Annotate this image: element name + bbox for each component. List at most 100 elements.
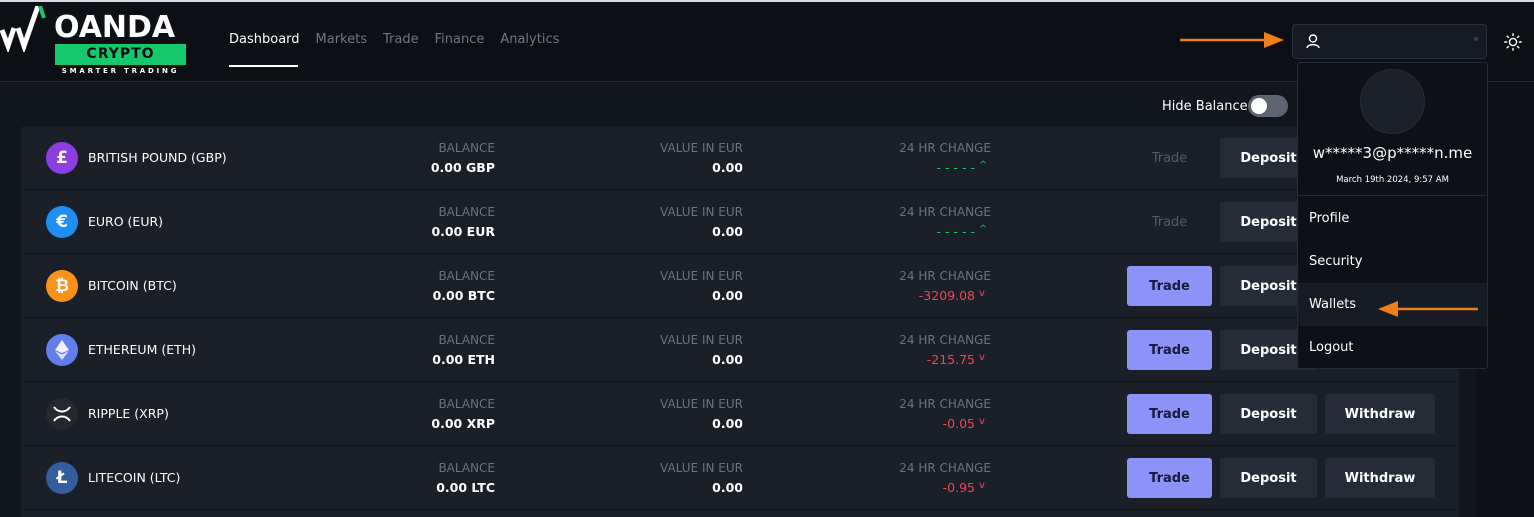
balance-label: BALANCE xyxy=(438,397,495,411)
wallet-row-gbp: £ BRITISH POUND (GBP) BALANCE 0.00 GBP V… xyxy=(21,126,1459,190)
coin-name: BRITISH POUND (GBP) xyxy=(88,150,227,165)
chevron-down-icon: v xyxy=(979,416,985,427)
value-label: VALUE IN EUR xyxy=(660,333,743,347)
logo-tagline: SMARTER TRADING xyxy=(61,67,180,75)
change-value: -3209.08 xyxy=(918,288,975,303)
chevron-down-icon: v xyxy=(979,288,985,299)
chevron-down-icon: v xyxy=(979,352,985,363)
menu-item-security[interactable]: Security xyxy=(1298,240,1487,283)
menu-item-wallets[interactable]: Wallets xyxy=(1298,283,1487,326)
withdraw-button[interactable]: Withdraw xyxy=(1325,458,1435,498)
trade-button[interactable]: Trade xyxy=(1127,138,1212,178)
value-amount: 0.00 xyxy=(712,480,743,495)
wallet-row-btc: ₿ BITCOIN (BTC) BALANCE 0.00 BTC VALUE I… xyxy=(21,254,1459,318)
hide-balance-label: Hide Balance xyxy=(1162,99,1248,114)
top-edge xyxy=(0,0,1534,2)
change-label: 24 HR CHANGE xyxy=(899,461,991,475)
value-amount: 0.00 xyxy=(712,224,743,239)
value-amount: 0.00 xyxy=(712,288,743,303)
change-label: 24 HR CHANGE xyxy=(899,205,991,219)
ripple-glyph-icon xyxy=(53,406,71,422)
ethereum-icon xyxy=(46,334,78,366)
value-label: VALUE IN EUR xyxy=(660,205,743,219)
coin-name: EURO (EUR) xyxy=(88,214,164,229)
change-value: - - - - - xyxy=(936,224,975,239)
wallet-row-eth: ETHEREUM (ETH) BALANCE 0.00 ETH VALUE IN… xyxy=(21,318,1459,382)
change-label: 24 HR CHANGE xyxy=(899,141,991,155)
wallet-row-xrp: RIPPLE (XRP) BALANCE 0.00 XRP VALUE IN E… xyxy=(21,382,1459,446)
logo-mark-icon xyxy=(0,6,46,52)
change-value: - - - - - xyxy=(936,160,975,175)
balance-value: 0.00 ETH xyxy=(432,352,495,367)
logo-wordmark: OANDA xyxy=(54,10,176,45)
wallets-table: £ BRITISH POUND (GBP) BALANCE 0.00 GBP V… xyxy=(21,126,1459,517)
value-label: VALUE IN EUR xyxy=(660,269,743,283)
balance-value: 0.00 BTC xyxy=(432,288,495,303)
chevron-down-icon: v xyxy=(979,480,985,491)
chevron-up-icon: ^ xyxy=(979,224,988,235)
withdraw-button[interactable]: Withdraw xyxy=(1325,394,1435,434)
user-dropdown-menu: w*****3@p*****n.me March 19th 2024, 9:57… xyxy=(1297,62,1488,369)
trade-button[interactable]: Trade xyxy=(1127,266,1212,306)
user-menu-button[interactable] xyxy=(1292,24,1487,59)
nav-analytics[interactable]: Analytics xyxy=(500,32,559,47)
ripple-icon xyxy=(46,398,78,430)
menu-divider xyxy=(1298,195,1487,196)
nav-trade[interactable]: Trade xyxy=(383,32,419,47)
sun-icon[interactable] xyxy=(1504,33,1522,51)
nav-dashboard[interactable]: Dashboard xyxy=(229,32,300,47)
change-label: 24 HR CHANGE xyxy=(899,397,991,411)
menu-item-wallets-label: Wallets xyxy=(1309,297,1357,312)
change-label: 24 HR CHANGE xyxy=(899,269,991,283)
balance-value: 0.00 EUR xyxy=(431,224,495,239)
value-label: VALUE IN EUR xyxy=(660,141,743,155)
wallet-row-ltc: Ł LITECOIN (LTC) BALANCE 0.00 LTC VALUE … xyxy=(21,446,1459,510)
ethereum-glyph-icon xyxy=(55,340,69,360)
coin-name: ETHEREUM (ETH) xyxy=(88,342,197,357)
hide-balance-toggle[interactable] xyxy=(1248,95,1288,117)
value-label: VALUE IN EUR xyxy=(660,461,743,475)
trade-button[interactable]: Trade xyxy=(1127,202,1212,242)
change-label: 24 HR CHANGE xyxy=(899,333,991,347)
menu-item-profile[interactable]: Profile xyxy=(1298,197,1487,240)
toggle-knob xyxy=(1251,98,1267,114)
deposit-button[interactable]: Deposit xyxy=(1220,458,1317,498)
oanda-logo[interactable]: OANDA CRYPTO SMARTER TRADING xyxy=(0,4,190,78)
change-value: -0.95 xyxy=(942,480,975,495)
logo-crypto-badge: CRYPTO xyxy=(55,44,186,65)
chevron-down-icon xyxy=(1474,37,1478,41)
euro-icon: € xyxy=(46,206,78,238)
deposit-button[interactable]: Deposit xyxy=(1220,394,1317,434)
value-amount: 0.00 xyxy=(712,416,743,431)
balance-label: BALANCE xyxy=(438,461,495,475)
trade-button[interactable]: Trade xyxy=(1127,394,1212,434)
coin-name: RIPPLE (XRP) xyxy=(88,406,169,421)
pound-icon: £ xyxy=(46,142,78,174)
balance-label: BALANCE xyxy=(438,269,495,283)
nav-active-underline xyxy=(229,65,298,67)
avatar xyxy=(1360,69,1425,134)
annotation-arrow-icon xyxy=(1180,32,1284,48)
balance-label: BALANCE xyxy=(438,333,495,347)
trade-button[interactable]: Trade xyxy=(1127,330,1212,370)
chevron-up-icon: ^ xyxy=(979,160,988,171)
trade-button[interactable]: Trade xyxy=(1127,458,1212,498)
balance-value: 0.00 GBP xyxy=(430,160,495,175)
value-amount: 0.00 xyxy=(712,160,743,175)
user-icon xyxy=(1306,34,1320,49)
change-value: -0.05 xyxy=(942,416,975,431)
value-amount: 0.00 xyxy=(712,352,743,367)
balance-value: 0.00 LTC xyxy=(436,480,495,495)
nav-finance[interactable]: Finance xyxy=(435,32,485,47)
main-nav: Dashboard Markets Trade Finance Analytic… xyxy=(229,32,559,47)
menu-item-logout[interactable]: Logout xyxy=(1298,326,1487,369)
balance-label: BALANCE xyxy=(438,141,495,155)
nav-markets[interactable]: Markets xyxy=(316,32,367,47)
value-label: VALUE IN EUR xyxy=(660,397,743,411)
user-email: w*****3@p*****n.me xyxy=(1312,144,1473,162)
balance-label: BALANCE xyxy=(438,205,495,219)
change-value: -215.75 xyxy=(926,352,975,367)
balance-value: 0.00 XRP xyxy=(431,416,495,431)
bitcoin-icon: ₿ xyxy=(46,270,78,302)
user-date: March 19th 2024, 9:57 AM xyxy=(1336,175,1449,185)
